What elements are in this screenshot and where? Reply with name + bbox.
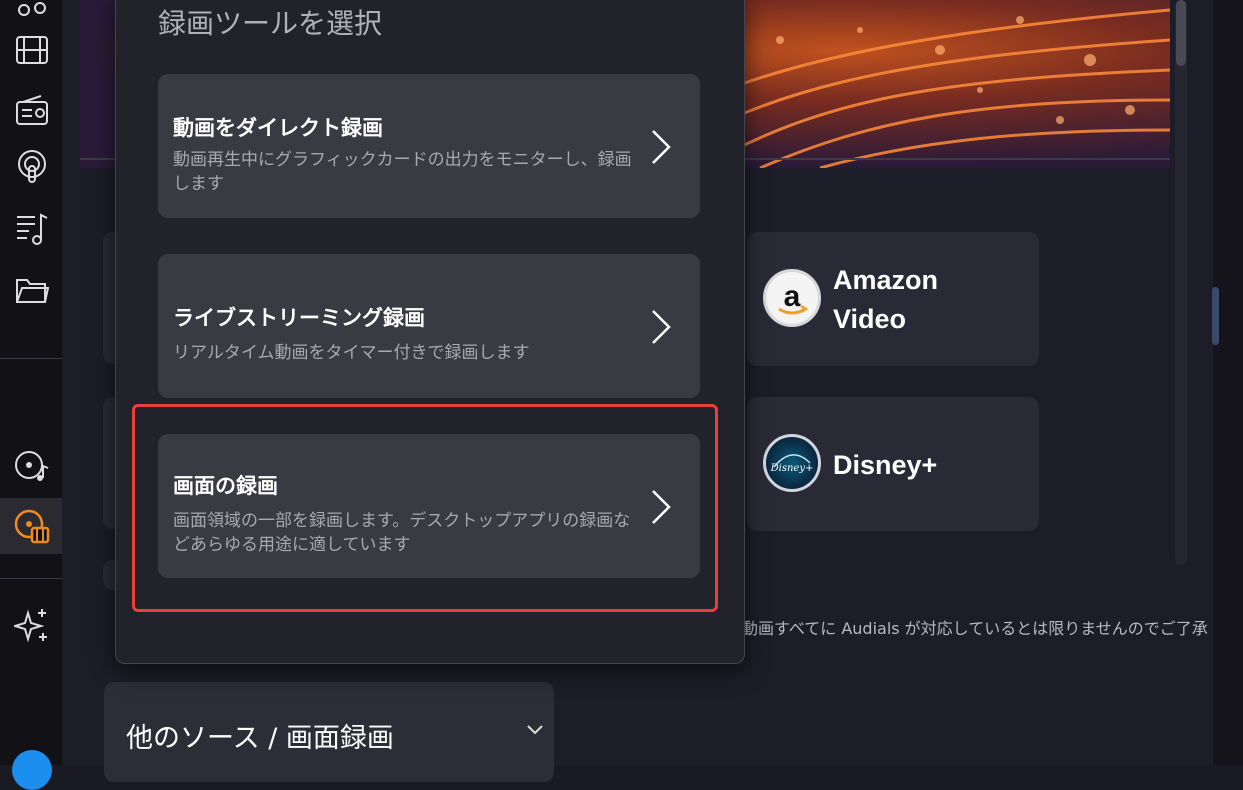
dropdown-label: 他のソース / 画面録画 [126, 723, 394, 754]
chevron-right-icon [652, 130, 671, 164]
svg-text:Disney+: Disney+ [770, 463, 814, 474]
account-icon[interactable] [12, 750, 52, 790]
sidebar-divider [0, 578, 62, 579]
ai-sparkle-icon[interactable] [14, 607, 50, 643]
chevron-down-icon [527, 725, 543, 735]
highlight-frame [132, 404, 718, 612]
option-description: 動画再生中にグラフィックカードの出力をモニターし、録画します [173, 150, 632, 194]
chevron-right-icon [652, 310, 671, 344]
video-recorder-icon[interactable] [14, 508, 50, 544]
sidebar-divider [0, 358, 62, 359]
music-playlist-icon[interactable] [14, 211, 50, 247]
film-icon[interactable] [14, 32, 50, 68]
podcast-icon[interactable] [14, 150, 50, 186]
option-live-streaming[interactable]: ライブストリーミング録画 リアルタイム動画をタイマー付きで録画します [158, 254, 700, 398]
right-rail [1213, 0, 1243, 765]
svg-text:a: a [784, 280, 801, 313]
service-tile-amazon[interactable]: a Amazon Video [747, 232, 1039, 366]
music-cd-icon[interactable] [14, 448, 50, 484]
outer-scrollbar-thumb[interactable] [1212, 287, 1219, 345]
folder-icon[interactable] [14, 272, 50, 308]
popup-title: 録画ツールを選択 [158, 7, 383, 40]
option-direct-recording[interactable]: 動画をダイレクト録画 動画再生中にグラフィックカードの出力をモニターし、録画しま… [158, 74, 700, 218]
disney-plus-logo-icon: Disney+ [763, 434, 821, 492]
radio-icon[interactable] [14, 92, 50, 128]
option-description: リアルタイム動画をタイマー付きで録画します [173, 343, 530, 363]
option-title: 動画をダイレクト録画 [173, 116, 383, 140]
amazon-logo-icon: a [763, 269, 821, 327]
sidebar [0, 0, 62, 790]
disclaimer-text: 動画すべてに Audials が対応しているとは限りませんのでご了承 [742, 619, 1208, 638]
service-name: Amazon Video [833, 265, 939, 334]
music-notes-icon[interactable] [14, 0, 50, 20]
service-name: Disney+ [833, 450, 938, 480]
service-tile-disney[interactable]: Disney+ Disney+ [747, 397, 1039, 531]
scrollbar-track[interactable] [1175, 0, 1187, 565]
source-dropdown[interactable]: 他のソース / 画面録画 [104, 682, 554, 782]
scrollbar-thumb[interactable] [1176, 0, 1186, 66]
option-title: ライブストリーミング録画 [173, 306, 425, 330]
